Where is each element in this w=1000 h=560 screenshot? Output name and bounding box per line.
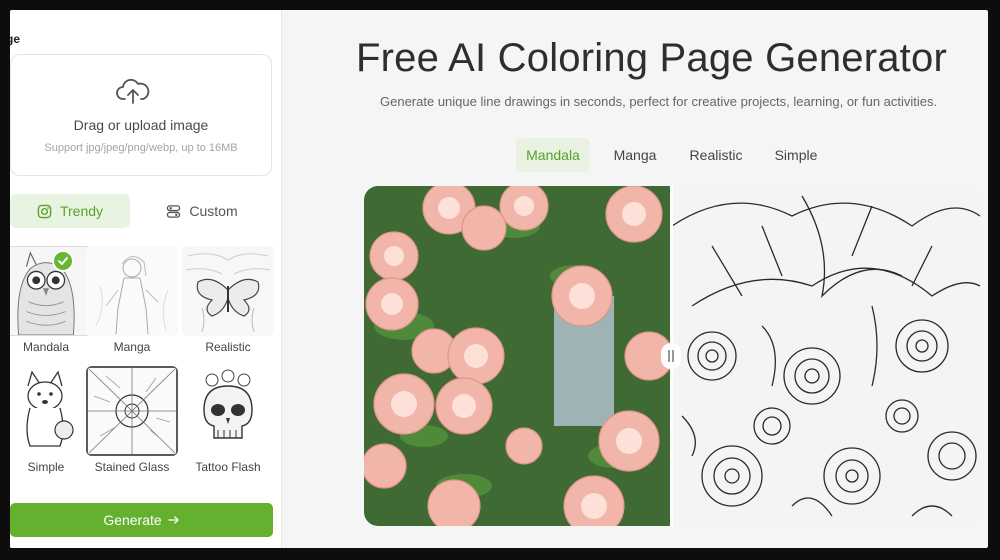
tab-trendy[interactable]: Trendy [10, 194, 130, 228]
panel-heading: ge [10, 32, 21, 46]
before-after-preview [364, 186, 980, 526]
style-option-tattoo-flash[interactable] [182, 366, 274, 456]
arrow-right-icon [168, 516, 179, 524]
upload-dropzone[interactable]: Drag or upload image Support jpg/jpeg/pn… [10, 54, 272, 176]
cloud-upload-icon [116, 78, 150, 104]
style-label-mandala: Mandala [22, 340, 70, 354]
tab-trendy-label: Trendy [59, 203, 104, 219]
line-drawing-preview [672, 186, 980, 526]
butterfly-thumbnail [182, 246, 274, 336]
settings-panel: ge Drag or upload image Support jpg/jpeg… [10, 10, 282, 548]
style-option-mandala[interactable] [10, 246, 92, 336]
app-window: ge Drag or upload image Support jpg/jpeg… [10, 10, 988, 548]
tab-realistic[interactable]: Realistic [680, 138, 752, 172]
mode-tabs: Trendy Custom [10, 194, 272, 228]
compare-slider-handle[interactable] [661, 343, 681, 369]
style-option-simple[interactable] [10, 366, 92, 456]
corgi-thumbnail [10, 366, 92, 456]
style-label-stained-glass: Stained Glass [94, 460, 170, 474]
style-label-simple: Simple [27, 460, 65, 474]
upload-title: Drag or upload image [73, 117, 209, 133]
owl-thumbnail [10, 247, 91, 335]
sliders-icon [167, 204, 181, 218]
generate-label: Generate [103, 512, 162, 528]
generate-button[interactable]: Generate [10, 503, 273, 537]
style-label-manga: Manga [113, 340, 151, 354]
manga-thumbnail [86, 246, 178, 336]
selected-check-icon [52, 250, 74, 272]
page-subtitle: Generate unique line drawings in seconds… [380, 94, 938, 109]
style-option-manga[interactable] [86, 246, 178, 336]
tab-manga[interactable]: Manga [604, 138, 666, 172]
style-label-tattoo-flash: Tattoo Flash [195, 460, 261, 474]
rose-photo [364, 186, 672, 526]
instagram-icon [37, 204, 52, 218]
page-title: Free AI Coloring Page Generator [356, 36, 947, 80]
tab-custom-label: Custom [189, 203, 238, 219]
style-label-realistic: Realistic [205, 340, 251, 354]
style-option-stained-glass[interactable] [86, 366, 178, 456]
skull-thumbnail [182, 366, 274, 456]
style-option-realistic[interactable] [182, 246, 274, 336]
tab-mandala[interactable]: Mandala [516, 138, 590, 172]
tab-simple[interactable]: Simple [766, 138, 826, 172]
upload-hint: Support jpg/jpeg/png/webp, up to 16MB [44, 142, 238, 154]
stained-glass-thumbnail [86, 366, 178, 456]
tab-custom[interactable]: Custom [142, 194, 262, 228]
